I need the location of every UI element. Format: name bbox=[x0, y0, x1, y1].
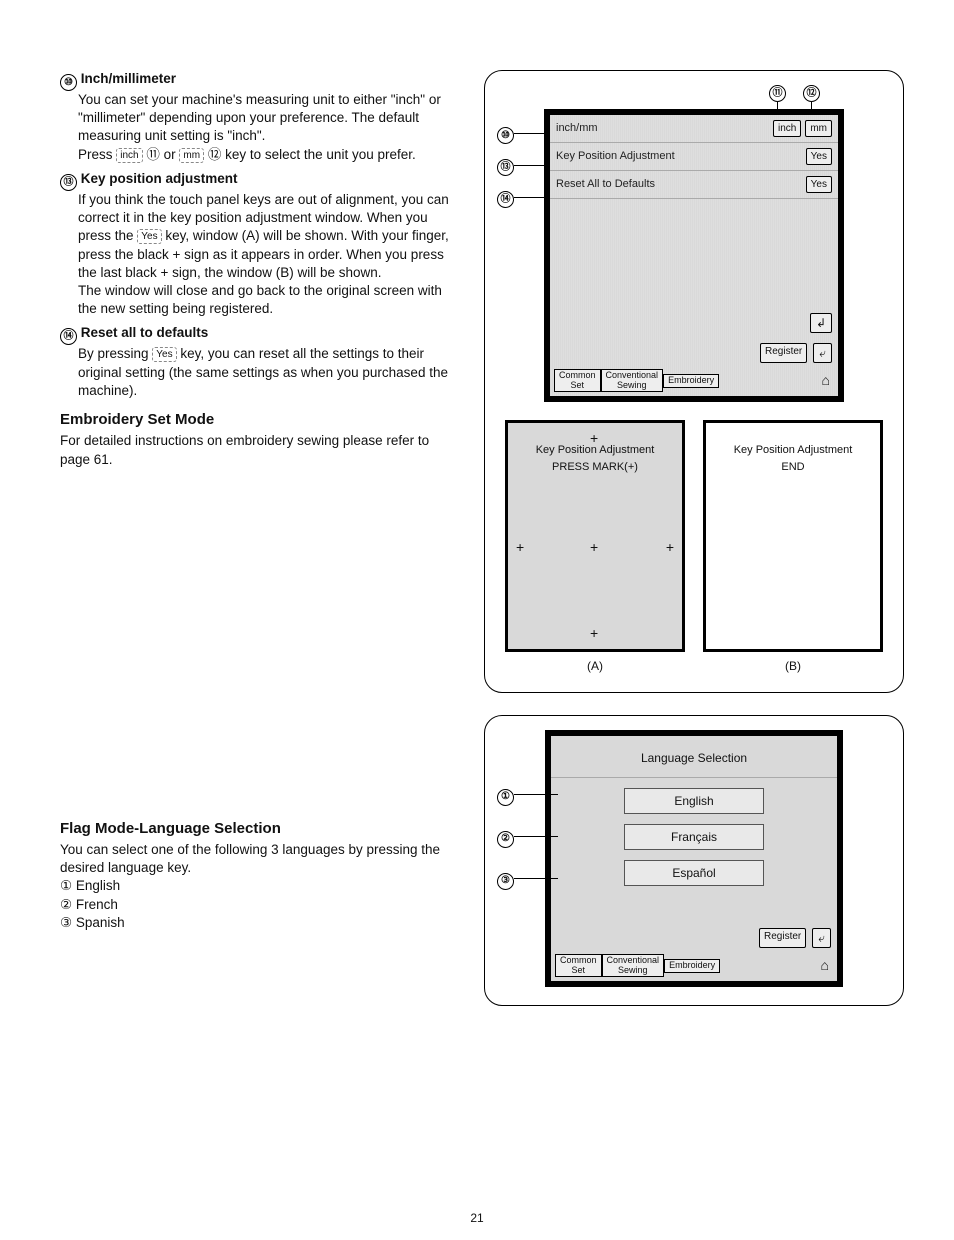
plus-icon: + bbox=[516, 538, 524, 557]
english-button[interactable]: English bbox=[624, 788, 764, 814]
calibration-b: Key Position Adjustment END (B) bbox=[703, 420, 883, 674]
text: English bbox=[76, 878, 120, 893]
section-key-pos: ⑬ Key position adjustment If you think t… bbox=[60, 170, 460, 319]
callout-3-icon: ③ bbox=[497, 873, 514, 890]
keypos-yes-button[interactable]: Yes bbox=[806, 148, 832, 166]
caption-b: (B) bbox=[703, 658, 883, 674]
figure-panel-settings: ⑪ ⑫ ⑩ ⑬ ⑭ bbox=[484, 70, 904, 693]
lang-opt-3: ③ Spanish bbox=[60, 914, 460, 932]
callout-2-icon: ② bbox=[497, 831, 514, 848]
mm-button[interactable]: mm bbox=[805, 120, 832, 138]
label-reset: Reset All to Defaults bbox=[556, 177, 655, 192]
tab-common-set[interactable]: Common Set bbox=[554, 369, 601, 392]
settings-screen: inch/mm inch mm Key Position Adjustment … bbox=[544, 109, 844, 402]
callout-1-icon: ① bbox=[497, 789, 514, 806]
label-inch-mm: inch/mm bbox=[556, 121, 598, 136]
reset-yes-button[interactable]: Yes bbox=[806, 176, 832, 194]
text: French bbox=[76, 897, 118, 912]
tab-embroidery[interactable]: Embroidery bbox=[664, 959, 720, 972]
home-icon[interactable]: ⌂ bbox=[817, 956, 833, 975]
ref-3-icon: ③ bbox=[60, 915, 72, 930]
lang-opt-2: ② French bbox=[60, 896, 460, 914]
text: You can set your machine's measuring uni… bbox=[78, 92, 441, 143]
plus-icon: + bbox=[590, 429, 598, 448]
ref-10-icon: ⑩ bbox=[60, 74, 77, 91]
return-icon[interactable]: ⤶ bbox=[812, 928, 831, 948]
ref-14-icon: ⑭ bbox=[60, 328, 77, 345]
left-column: ⑩ Inch/millimeter You can set your machi… bbox=[60, 70, 460, 1028]
cal-a-sub: PRESS MARK(+) bbox=[508, 460, 682, 475]
callout-12-icon: ⑫ bbox=[803, 85, 820, 102]
inch-key-icon: inch bbox=[116, 148, 142, 163]
right-column: ⑪ ⑫ ⑩ ⑬ ⑭ bbox=[484, 70, 904, 1028]
lang-opt-1: ① English bbox=[60, 877, 460, 895]
text: or bbox=[164, 147, 180, 162]
yes-key-icon: Yes bbox=[152, 347, 176, 362]
callout-10-icon: ⑩ bbox=[497, 127, 514, 144]
label-key-pos: Key Position Adjustment bbox=[556, 149, 675, 164]
text: key to select the unit you prefer. bbox=[225, 147, 416, 162]
caption-a: (A) bbox=[505, 658, 685, 674]
section-reset: ⑭ Reset all to defaults By pressing Yes … bbox=[60, 324, 460, 400]
tab-common-set[interactable]: Common Set bbox=[555, 954, 602, 977]
tab-row: Common Set Conventional Sewing Embroider… bbox=[550, 369, 838, 396]
row-reset: Reset All to Defaults Yes bbox=[550, 171, 838, 199]
return-icon[interactable]: ⤶ bbox=[813, 343, 832, 363]
row-key-pos: Key Position Adjustment Yes bbox=[550, 143, 838, 171]
row-inch-mm: inch/mm inch mm bbox=[550, 115, 838, 143]
callout-14-icon: ⑭ bbox=[497, 191, 514, 208]
register-button[interactable]: Register bbox=[760, 343, 807, 363]
yes-key-icon: Yes bbox=[137, 229, 161, 244]
mm-key-icon: mm bbox=[179, 148, 204, 163]
ref-2-icon: ② bbox=[60, 897, 72, 912]
ref-13-icon: ⑬ bbox=[60, 174, 77, 191]
register-button[interactable]: Register bbox=[759, 928, 806, 948]
heading-flag: Flag Mode-Language Selection bbox=[60, 819, 460, 839]
tab-conventional[interactable]: Conventional Sewing bbox=[602, 954, 665, 977]
body-embroidery: For detailed instructions on embroidery … bbox=[60, 432, 460, 468]
plus-icon: + bbox=[590, 538, 598, 557]
plus-icon: + bbox=[666, 538, 674, 557]
inch-button[interactable]: inch bbox=[773, 120, 801, 138]
body-inch-mm: You can set your machine's measuring uni… bbox=[78, 91, 460, 164]
calibration-a: Key Position Adjustment PRESS MARK(+) + … bbox=[505, 420, 685, 674]
text: By pressing bbox=[78, 346, 152, 361]
section-inch-mm: ⑩ Inch/millimeter You can set your machi… bbox=[60, 70, 460, 164]
body-key-pos: If you think the touch panel keys are ou… bbox=[78, 191, 460, 319]
heading-key-pos: Key position adjustment bbox=[81, 171, 238, 186]
back-arrow-icon[interactable]: ↲ bbox=[810, 313, 832, 333]
heading-reset: Reset all to defaults bbox=[81, 325, 209, 340]
text: Spanish bbox=[76, 915, 125, 930]
tab-row: Common Set Conventional Sewing Embroider… bbox=[551, 954, 837, 981]
francais-button[interactable]: Français bbox=[624, 824, 764, 850]
cal-b-sub: END bbox=[706, 460, 880, 475]
tab-embroidery[interactable]: Embroidery bbox=[663, 374, 719, 387]
body-flag: You can select one of the following 3 la… bbox=[60, 841, 460, 877]
ref-12-icon: ⑫ bbox=[208, 147, 222, 162]
cal-b-title: Key Position Adjustment bbox=[706, 443, 880, 458]
body-reset: By pressing Yes key, you can reset all t… bbox=[78, 345, 460, 400]
page-number: 21 bbox=[0, 1210, 954, 1226]
callout-11-icon: ⑪ bbox=[769, 85, 786, 102]
text: The window will close and go back to the… bbox=[78, 283, 442, 316]
ref-1-icon: ① bbox=[60, 878, 72, 893]
heading-embroidery: Embroidery Set Mode bbox=[60, 410, 460, 430]
callout-13-icon: ⑬ bbox=[497, 159, 514, 176]
text: Press bbox=[78, 147, 116, 162]
lang-title: Language Selection bbox=[551, 736, 837, 777]
plus-icon: + bbox=[590, 624, 598, 643]
ref-11-icon: ⑪ bbox=[146, 147, 160, 162]
home-icon[interactable]: ⌂ bbox=[818, 371, 834, 390]
tab-conventional[interactable]: Conventional Sewing bbox=[601, 369, 664, 392]
heading-inch-mm: Inch/millimeter bbox=[81, 71, 176, 86]
language-screen: Language Selection English Français Espa… bbox=[545, 730, 843, 987]
figure-panel-language: ① ② ③ Language Selection English Françai… bbox=[484, 715, 904, 1006]
espanol-button[interactable]: Español bbox=[624, 860, 764, 886]
